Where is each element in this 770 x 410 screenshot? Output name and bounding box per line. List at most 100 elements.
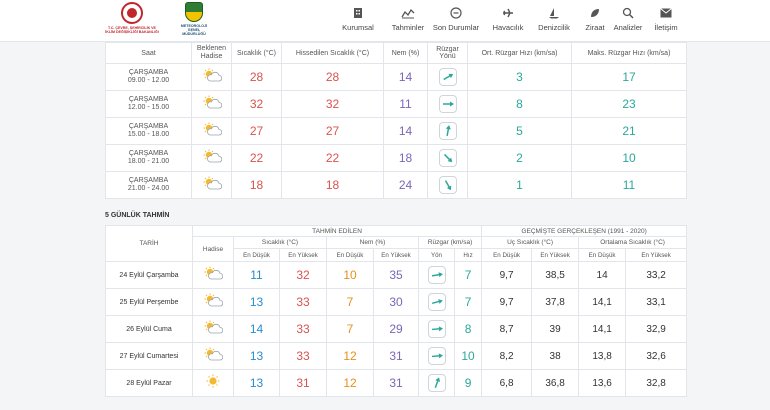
humidity-min: 12 — [326, 342, 374, 370]
col-nem: Nem (%) — [326, 236, 419, 249]
time-range: 18.00 - 21.00 — [127, 158, 170, 165]
col-ort-ruzgar: Ort. Rüzgar Hızı (km/sa) — [467, 42, 572, 64]
hourly-row: ÇARŞAMBA 18.00 - 21.00 22 22 18 2 10 — [105, 144, 687, 172]
avg-wind-speed: 1 — [467, 171, 572, 199]
nav-kurumsal[interactable]: Kurumsal — [338, 6, 378, 36]
nav-ziraat[interactable]: Ziraat — [578, 6, 612, 36]
time-cell: ÇARŞAMBA 18.00 - 21.00 — [105, 144, 192, 172]
humidity: 14 — [383, 63, 428, 91]
avg-min: 13,8 — [578, 342, 627, 370]
day-label: ÇARŞAMBA — [128, 150, 169, 157]
extreme-min: 8,7 — [481, 315, 533, 343]
building-icon — [338, 6, 378, 20]
temp-min: 13 — [233, 288, 280, 316]
nav-tahminler[interactable]: Tahminler — [386, 6, 430, 36]
wind-direction-arrow-icon — [427, 346, 446, 365]
wind-direction-arrow-icon — [427, 373, 446, 392]
forecast-row: 24 Eylül Çarşamba 11 32 10 35 7 9,7 38,5 14 33,2 — [105, 261, 688, 289]
avg-min: 14,1 — [578, 315, 627, 343]
nav-denizcilik[interactable]: Denizcilik — [532, 6, 576, 36]
gauge-icon — [430, 6, 482, 20]
humidity-max: 35 — [373, 261, 419, 289]
avg-min: 14 — [578, 261, 627, 289]
nav-label: Denizcilik — [538, 23, 570, 32]
wind-direction-arrow-icon — [438, 67, 457, 86]
nav-analizler[interactable]: Analizler — [610, 6, 646, 36]
avg-max: 32,6 — [625, 342, 688, 370]
humidity: 24 — [383, 171, 428, 199]
time-cell: ÇARŞAMBA 12.00 - 15.00 — [105, 90, 192, 118]
nav-son-durumlar[interactable]: Son Durumlar — [430, 6, 482, 36]
wind-direction-arrow-icon — [438, 94, 457, 113]
wind-speed: 7 — [453, 261, 483, 289]
weather-icon-cell — [192, 315, 234, 343]
date-cell: 27 Eylül Cumartesi — [105, 342, 193, 370]
nav-label: Kurumsal — [342, 23, 374, 32]
weather-icon-cell — [192, 369, 234, 397]
weather-icon-cell — [191, 90, 232, 118]
avg-max: 33,1 — [625, 288, 688, 316]
temp-min: 11 — [233, 261, 280, 289]
col-tarih: TARİH — [105, 225, 193, 262]
avg-wind-speed: 8 — [467, 90, 572, 118]
wind-direction-arrow-icon — [427, 265, 446, 284]
feels-like: 32 — [281, 90, 384, 118]
time-range: 09.00 - 12.00 — [127, 77, 170, 84]
avg-wind-speed: 5 — [467, 117, 572, 145]
wind-direction-cell — [427, 117, 468, 145]
col-uc-sicaklik: Uç Sıcaklık (°C) — [481, 236, 580, 249]
hourly-row: ÇARŞAMBA 21.00 - 24.00 18 18 24 1 11 — [105, 171, 687, 199]
five-day-forecast-table: TARİH TAHMİN EDİLEN GEÇMİŞTE GERÇEKLEŞEN… — [105, 225, 688, 397]
wind-direction-arrow-icon — [427, 292, 446, 311]
partly-cloudy-icon — [203, 347, 223, 365]
wind-direction-cell — [427, 144, 468, 172]
hourly-row: ÇARŞAMBA 12.00 - 15.00 32 32 11 8 23 — [105, 90, 687, 118]
col-gecmiste: GEÇMİŞTE GERÇEKLEŞEN (1991 - 2020) — [481, 225, 688, 237]
max-wind-speed: 21 — [571, 117, 687, 145]
partly-cloudy-icon — [202, 68, 222, 86]
analysis-icon — [610, 6, 646, 20]
col-hadise: Beklenen Hadise — [191, 42, 232, 64]
weather-icon-cell — [191, 144, 232, 172]
partly-cloudy-icon — [202, 122, 222, 140]
col-en-dusuk: En Düşük — [326, 248, 374, 262]
wind-speed: 7 — [453, 288, 483, 316]
partly-cloudy-icon — [202, 176, 222, 194]
avg-wind-speed: 3 — [467, 63, 572, 91]
forecast-row: 27 Eylül Cumartesi 13 33 12 31 10 8,2 38 13,8 32,… — [105, 342, 688, 370]
humidity-min: 7 — [326, 315, 374, 343]
mgm-logo-caption: METEOROLOJİ GENEL MÜDÜRLÜĞÜ — [180, 24, 208, 36]
hourly-forecast-table: Saat Beklenen Hadise Sıcaklık (°C) Hisse… — [105, 42, 687, 199]
col-en-dusuk: En Düşük — [481, 248, 533, 262]
wind-speed: 8 — [453, 315, 483, 343]
extreme-max: 38,5 — [531, 261, 580, 289]
ministry-logo[interactable]: T.C. ÇEVRE, ŞEHİRCİLİK VE İKLİM DEĞİŞİKL… — [105, 2, 159, 40]
day-label: ÇARŞAMBA — [128, 96, 169, 103]
ministry-logo-caption: T.C. ÇEVRE, ŞEHİRCİLİK VE İKLİM DEĞİŞİKL… — [105, 26, 159, 34]
wind-direction-arrow-icon — [438, 148, 457, 167]
hourly-row: ÇARŞAMBA 15.00 - 18.00 27 27 14 5 21 — [105, 117, 687, 145]
temp-max: 33 — [279, 288, 327, 316]
time-range: 12.00 - 15.00 — [127, 104, 170, 111]
max-wind-speed: 10 — [571, 144, 687, 172]
temperature: 28 — [231, 63, 282, 91]
nav-label: Ziraat — [585, 23, 605, 32]
sail-icon — [532, 6, 576, 20]
temperature: 22 — [231, 144, 282, 172]
humidity-min: 7 — [326, 288, 374, 316]
weather-icon-cell — [192, 261, 234, 289]
nav-label: Tahminler — [391, 23, 425, 32]
col-maks-ruzgar: Maks. Rüzgar Hızı (km/sa) — [571, 42, 687, 64]
max-wind-speed: 17 — [571, 63, 687, 91]
nav-iletisim[interactable]: İletişim — [650, 6, 682, 36]
forecast-header-row-1: TARİH TAHMİN EDİLEN GEÇMİŞTE GERÇEKLEŞEN… — [105, 225, 688, 262]
day-label: ÇARŞAMBA — [128, 69, 169, 76]
mgm-logo[interactable]: METEOROLOJİ GENEL MÜDÜRLÜĞÜ — [176, 2, 212, 40]
wind-speed: 9 — [453, 369, 483, 397]
nav-havacilik[interactable]: Havacılık — [486, 6, 530, 36]
hourly-forecast-panel: Saat Beklenen Hadise Sıcaklık (°C) Hisse… — [105, 42, 687, 199]
date-cell: 25 Eylül Perşembe — [105, 288, 193, 316]
site-header: T.C. ÇEVRE, ŞEHİRCİLİK VE İKLİM DEĞİŞİKL… — [0, 0, 770, 42]
weather-icon-cell — [191, 171, 232, 199]
mgm-shield-icon — [185, 2, 203, 22]
